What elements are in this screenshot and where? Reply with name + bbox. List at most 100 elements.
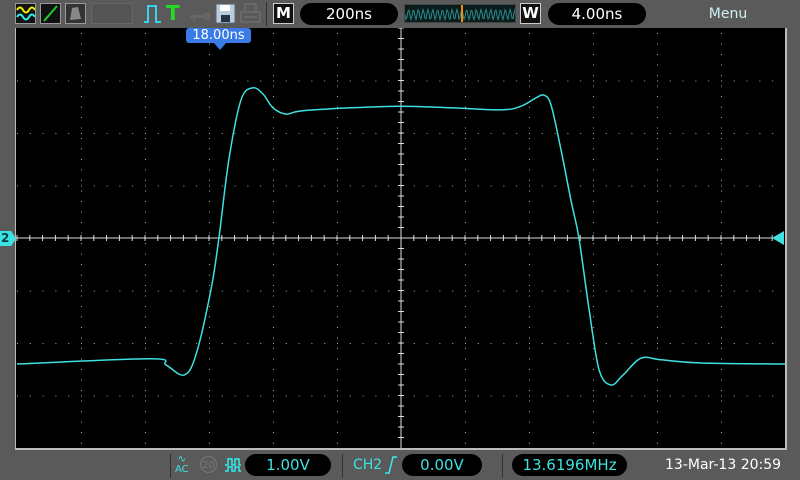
- grid-dot: [145, 43, 146, 45]
- grid-dot: [209, 127, 210, 129]
- grid-dot: [529, 264, 530, 265]
- grid-dot: [298, 133, 300, 134]
- grid-dot: [145, 185, 146, 187]
- grid-dot: [157, 133, 159, 134]
- grid-dot: [682, 395, 684, 397]
- grid-dot: [721, 274, 722, 276]
- grid-dot: [580, 185, 582, 187]
- grid-dot: [721, 222, 722, 223]
- grid-dot: [81, 343, 82, 344]
- grid-dot: [337, 232, 338, 234]
- channel-2-ground-marker[interactable]: 2: [0, 231, 16, 246]
- grid-dot: [285, 290, 287, 292]
- grid-dot: [426, 80, 428, 82]
- channel-scale-readout[interactable]: 1.00V: [245, 454, 331, 476]
- grid-dot: [145, 232, 146, 234]
- timebase-readout[interactable]: 200ns: [300, 3, 398, 25]
- menu-button[interactable]: Menu: [690, 6, 766, 22]
- save-icon[interactable]: [215, 3, 237, 29]
- grid-dot: [273, 54, 274, 55]
- grid-dot: [669, 343, 671, 344]
- grid-dot: [93, 133, 95, 134]
- grid-dot: [529, 75, 530, 76]
- grid-dot: [721, 358, 722, 360]
- dual-wave-icon[interactable]: [15, 3, 36, 24]
- window-timebase-readout[interactable]: 4.00ns: [548, 3, 646, 25]
- grid-dot: [349, 133, 351, 134]
- grid-dot: [145, 190, 146, 192]
- grid-dot: [81, 274, 82, 276]
- grid-dot: [81, 253, 82, 255]
- grid-dot: [145, 148, 146, 150]
- grid-dot: [465, 133, 466, 134]
- grid-dot: [68, 185, 70, 187]
- grid-dot: [541, 133, 543, 134]
- grid-dot: [81, 290, 82, 292]
- grid-dot: [55, 133, 57, 134]
- grid-dot: [106, 80, 108, 82]
- grid-dot: [593, 190, 594, 192]
- grid-dot: [209, 369, 210, 370]
- grid-dot: [273, 442, 274, 444]
- grid-dot: [145, 169, 146, 171]
- grid-dot: [593, 400, 594, 402]
- grid-dot: [209, 185, 210, 187]
- persist-icon[interactable]: [65, 3, 86, 24]
- grid-dot: [721, 395, 722, 397]
- grid-dot: [273, 243, 274, 244]
- grid-dot: [759, 133, 761, 134]
- grid-dot: [337, 201, 338, 202]
- grid-dot: [618, 80, 620, 82]
- xy-icon[interactable]: [40, 3, 61, 24]
- grid-dot: [746, 395, 748, 397]
- grid-dot: [465, 64, 466, 66]
- grid-dot: [593, 285, 594, 286]
- trigger-position-marker[interactable]: [214, 43, 226, 50]
- grid-dot: [465, 159, 466, 160]
- grid-dot: [465, 138, 466, 139]
- grid-dot: [721, 33, 722, 34]
- grid-dot: [529, 421, 530, 423]
- print-icon[interactable]: [240, 3, 262, 29]
- memory-window-bar[interactable]: [404, 4, 516, 23]
- grid-dot: [81, 395, 82, 397]
- grid-dot: [273, 169, 274, 171]
- grid-dot: [145, 201, 146, 202]
- grid-dot: [529, 185, 530, 187]
- grid-dot: [529, 337, 530, 339]
- grid-dot: [170, 395, 172, 397]
- grid-dot: [593, 33, 594, 34]
- grid-dot: [465, 348, 466, 349]
- grid-dot: [708, 80, 710, 82]
- grid-dot: [465, 96, 466, 97]
- grid-dot: [349, 80, 351, 82]
- grid-dot: [209, 133, 210, 134]
- grid-dot: [593, 43, 594, 45]
- grid-dot: [209, 138, 210, 139]
- grid-dot: [157, 290, 159, 292]
- trigger-level-marker[interactable]: [772, 231, 784, 245]
- grid-dot: [721, 138, 722, 139]
- grid-dot: [145, 411, 146, 412]
- grid-dot: [541, 343, 543, 344]
- grid-dot: [529, 148, 530, 150]
- grid-dot: [465, 211, 466, 213]
- grid-dot: [529, 290, 530, 292]
- grid-dot: [721, 285, 722, 286]
- grid-dot: [285, 343, 287, 344]
- grid-dot: [119, 133, 121, 134]
- grid-dot: [29, 290, 31, 292]
- grid-dot: [529, 432, 530, 433]
- grid-dot: [145, 290, 146, 292]
- grid-dot: [68, 343, 70, 344]
- grid-dot: [593, 169, 594, 171]
- grid-dot: [465, 85, 466, 87]
- grid-dot: [452, 133, 454, 134]
- grid-dot: [593, 264, 594, 265]
- grid-dot: [477, 290, 479, 292]
- grid-dot: [234, 185, 236, 187]
- grid-dot: [593, 253, 594, 255]
- grid-dot: [209, 411, 210, 412]
- trigger-level-readout[interactable]: 0.00V: [402, 454, 482, 476]
- grid-dot: [247, 80, 249, 82]
